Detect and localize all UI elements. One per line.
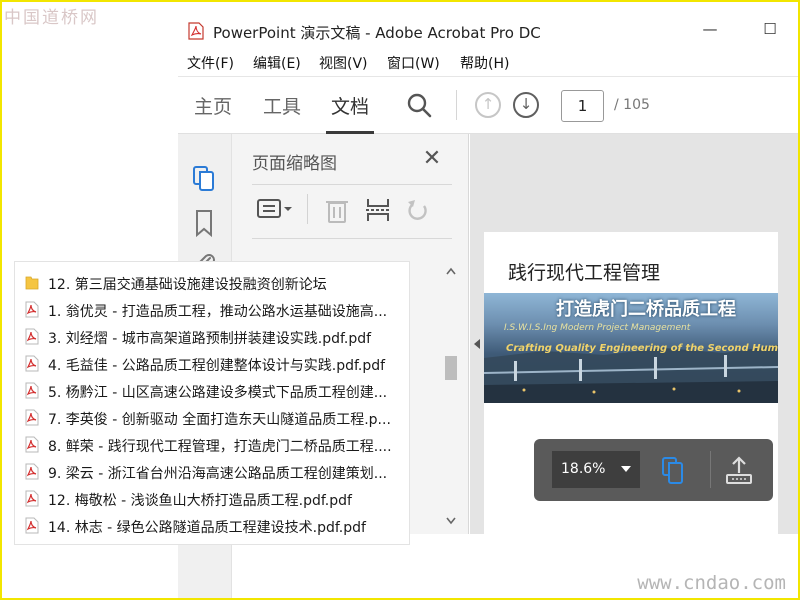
- page-thumbnails-icon[interactable]: [660, 455, 686, 485]
- floating-zoom-toolbar: 18.6%: [534, 439, 773, 501]
- list-item[interactable]: 4. 毛益佳 - 公路品质工程创建整体设计与实践.pdf.pdf: [25, 351, 409, 377]
- watermark-top: 中国道桥网: [4, 8, 99, 28]
- pdf-file-icon: [25, 328, 39, 345]
- previous-page-button[interactable]: ↑: [475, 92, 501, 118]
- page-number-input[interactable]: 1: [561, 90, 604, 122]
- panel-divider-2: [252, 238, 452, 239]
- pdf-file-icon: [25, 301, 39, 318]
- banner-tagline: Crafting Quality Engineering of the Seco…: [506, 343, 778, 354]
- menu-view[interactable]: 视图(V): [319, 53, 368, 73]
- list-item[interactable]: 1. 翁优灵 - 打造品质工程，推动公路水运基础设施高...: [25, 297, 409, 323]
- watermark-bottom: www.cndao.com: [637, 572, 786, 594]
- list-item[interactable]: 3. 刘经熠 - 城市高架道路预制拼装建设实践.pdf.pdf: [25, 324, 409, 350]
- toolbar-divider: [456, 90, 457, 120]
- search-icon[interactable]: [406, 92, 432, 118]
- panel-title: 页面缩略图: [252, 154, 337, 174]
- menu-edit[interactable]: 编辑(E): [253, 53, 301, 73]
- pdf-file-icon: [25, 355, 39, 372]
- list-item[interactable]: 8. 鲜荣 - 践行现代工程管理，打造虎门二桥品质工程....: [25, 432, 409, 458]
- window-title: PowerPoint 演示文稿 - Adobe Acrobat Pro DC: [213, 24, 541, 42]
- share-upload-icon[interactable]: [724, 455, 754, 485]
- chevron-down-icon: [621, 466, 631, 472]
- extract-pages-icon[interactable]: [364, 196, 392, 224]
- list-item[interactable]: 14. 林志 - 绿色公路隧道品质工程建设技术.pdf.pdf: [25, 513, 409, 539]
- title-bar: PowerPoint 演示文稿 - Adobe Acrobat Pro DC —…: [178, 16, 800, 48]
- page-banner-image: 打造虎门二桥品质工程 I.S.W.I.S.Ing Modern Project …: [484, 293, 778, 403]
- collapse-panel-icon[interactable]: [472, 338, 482, 350]
- list-item-label: 12. 第三届交通基础设施建设投融资创新论坛: [48, 277, 327, 293]
- list-item[interactable]: 7. 李英俊 - 创新驱动 全面打造东天山隧道品质工程.p...: [25, 405, 409, 431]
- list-item-label: 1. 翁优灵 - 打造品质工程，推动公路水运基础设施高...: [48, 304, 388, 320]
- main-toolbar: 主页 工具 文档 ↑ ↓ 1 / 105: [178, 76, 800, 134]
- scroll-up-icon[interactable]: [446, 267, 456, 275]
- acrobat-logo-icon: [188, 22, 204, 40]
- list-item[interactable]: 9. 梁云 - 浙江省台州沿海高速公路品质工程创建策划...: [25, 459, 409, 485]
- scroll-thumb[interactable]: [445, 356, 457, 380]
- list-item[interactable]: 5. 杨黔江 - 山区高速公路建设多模式下品质工程创建...: [25, 378, 409, 404]
- pdf-file-icon: [25, 463, 39, 480]
- pdf-file-icon: [25, 517, 39, 534]
- pdf-file-icon: [25, 409, 39, 426]
- list-item-label: 12. 梅敬松 - 浅谈鱼山大桥打造品质工程.pdf.pdf: [48, 493, 352, 509]
- menu-window[interactable]: 窗口(W): [387, 53, 440, 73]
- page-total: / 105: [614, 97, 650, 113]
- panel-toolbar: [252, 194, 452, 226]
- page-thumbnails-icon[interactable]: [190, 164, 218, 192]
- close-panel-button[interactable]: ✕: [420, 146, 444, 171]
- list-item-label: 5. 杨黔江 - 山区高速公路建设多模式下品质工程创建...: [48, 385, 388, 401]
- panel-divider: [252, 184, 452, 185]
- list-item[interactable]: 12. 梅敬松 - 浅谈鱼山大桥打造品质工程.pdf.pdf: [25, 486, 409, 512]
- rotate-page-icon[interactable]: [404, 196, 432, 224]
- zoom-level-select[interactable]: 18.6%: [552, 451, 640, 488]
- list-item-label: 4. 毛益佳 - 公路品质工程创建整体设计与实践.pdf.pdf: [48, 358, 386, 374]
- pdf-file-icon: [25, 382, 39, 399]
- panel-toolbar-divider: [307, 194, 308, 224]
- menu-bar: 文件(F) 编辑(E) 视图(V) 窗口(W) 帮助(H): [178, 50, 800, 74]
- next-page-button[interactable]: ↓: [513, 92, 539, 118]
- list-item-folder[interactable]: 12. 第三届交通基础设施建设投融资创新论坛: [25, 270, 409, 296]
- thumbnail-options-icon[interactable]: [256, 196, 294, 222]
- delete-page-icon[interactable]: [324, 196, 350, 224]
- pdf-file-icon: [25, 436, 39, 453]
- banner-subtitle: I.S.W.I.S.Ing Modern Project Management: [504, 323, 691, 333]
- list-item-label: 14. 林志 - 绿色公路隧道品质工程建设技术.pdf.pdf: [48, 520, 366, 536]
- tab-home[interactable]: 主页: [194, 92, 232, 119]
- pdf-file-icon: [25, 490, 39, 507]
- banner-title: 打造虎门二桥品质工程: [556, 299, 736, 320]
- tab-tools[interactable]: 工具: [263, 92, 301, 119]
- folder-icon: [25, 276, 39, 290]
- list-item-label: 9. 梁云 - 浙江省台州沿海高速公路品质工程创建策划...: [48, 466, 388, 482]
- zoom-toolbar-divider: [710, 451, 711, 488]
- zoom-level-value: 18.6%: [561, 461, 606, 477]
- list-item-label: 8. 鲜荣 - 践行现代工程管理，打造虎门二桥品质工程....: [48, 439, 392, 455]
- menu-help[interactable]: 帮助(H): [460, 53, 509, 73]
- file-list-panel: 12. 第三届交通基础设施建设投融资创新论坛 1. 翁优灵 - 打造品质工程，推…: [14, 261, 410, 545]
- thumbnail-scrollbar[interactable]: [440, 259, 462, 534]
- list-item-label: 7. 李英俊 - 创新驱动 全面打造东天山隧道品质工程.p...: [48, 412, 391, 428]
- list-item-label: 3. 刘经熠 - 城市高架道路预制拼装建设实践.pdf.pdf: [48, 331, 372, 347]
- page-heading: 践行现代工程管理: [508, 262, 661, 284]
- tab-document[interactable]: 文档: [331, 92, 369, 119]
- scroll-down-icon[interactable]: [446, 517, 456, 525]
- maximize-button[interactable]: ☐: [760, 20, 780, 42]
- bookmark-icon[interactable]: [190, 208, 218, 238]
- menu-file[interactable]: 文件(F): [187, 53, 234, 73]
- minimize-button[interactable]: —: [700, 20, 720, 42]
